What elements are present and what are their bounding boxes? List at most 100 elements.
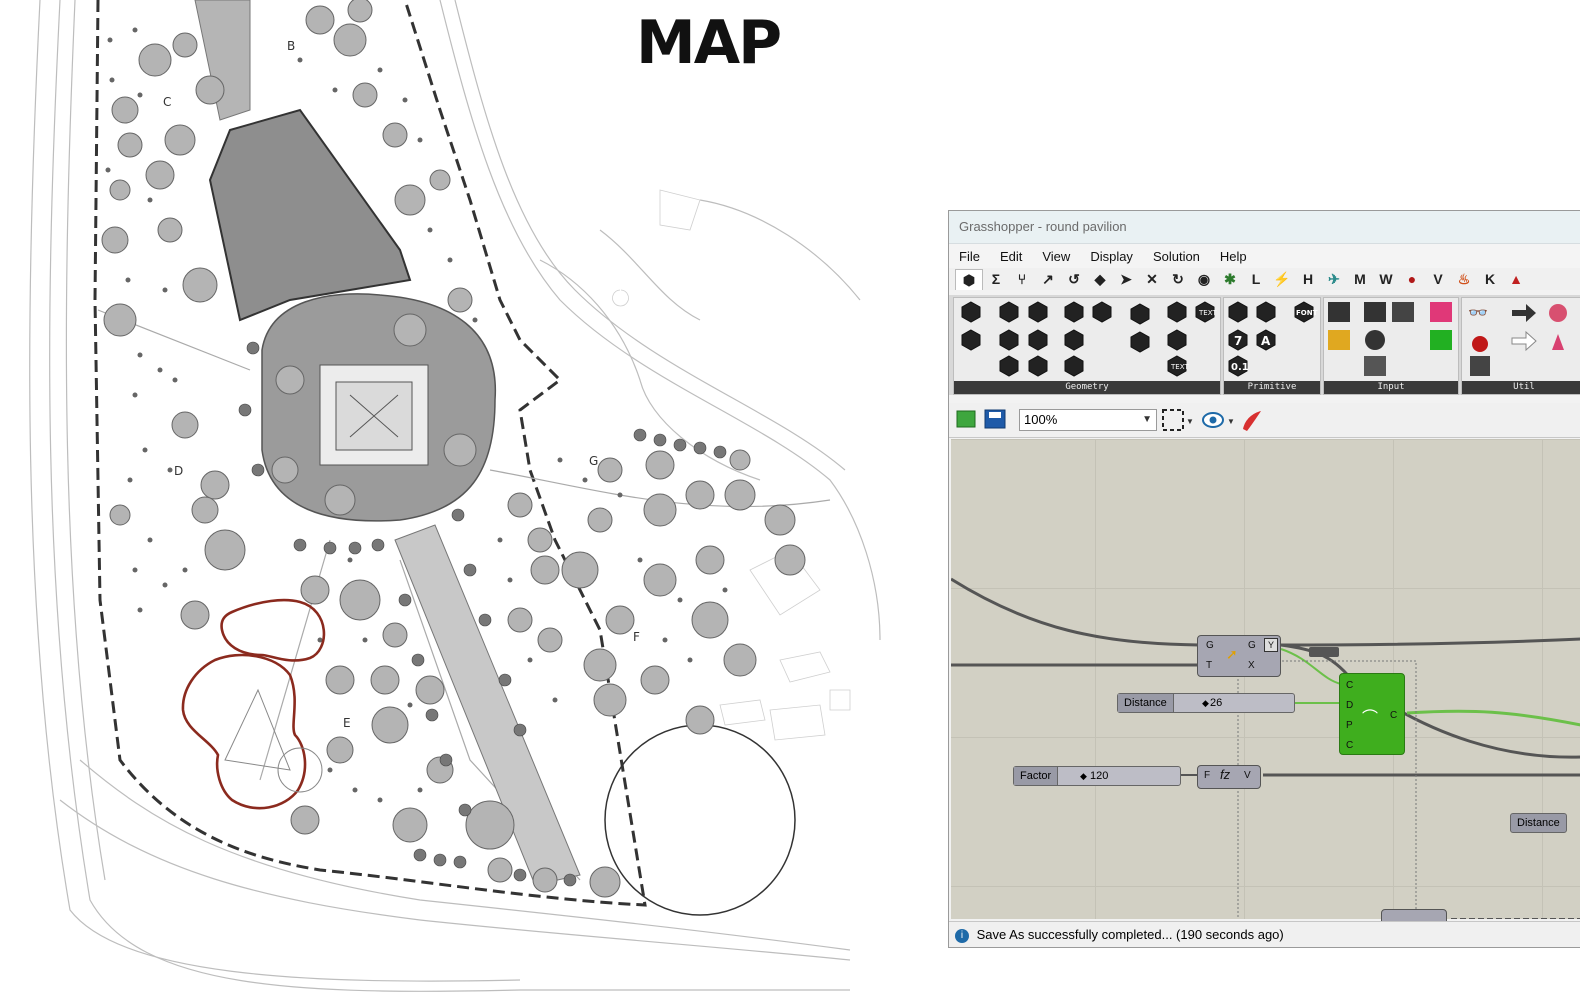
util-arrow-light-icon[interactable] <box>1511 330 1537 352</box>
zoom-extents-dropdown-icon[interactable]: ▼ <box>1186 417 1194 426</box>
distance-slider-value: 26 <box>1210 697 1223 709</box>
tab-display-icon[interactable]: ◉ <box>1191 271 1217 288</box>
expression-output-v[interactable]: V <box>1244 770 1251 781</box>
menu-solution[interactable]: Solution <box>1153 249 1200 264</box>
tab-surface-icon[interactable]: ◆ <box>1087 271 1113 288</box>
tab-sets-icon[interactable]: ⑂ <box>1009 271 1035 287</box>
util-flask-icon[interactable] <box>1552 334 1564 350</box>
param-plane-icon[interactable] <box>1028 329 1048 351</box>
util-tree-icon[interactable] <box>1470 356 1490 376</box>
tab-vector-icon[interactable]: ↗ <box>1035 271 1061 288</box>
input-graph-mapper-icon[interactable] <box>1328 330 1350 350</box>
grasshopper-canvas[interactable]: G T G X ➚ Y C D P C C ⌒ Distance 26 ◆ Fa… <box>951 439 1580 927</box>
factor-slider[interactable]: Factor 120 ◆ <box>1013 766 1181 786</box>
zoom-extents-icon[interactable] <box>1162 409 1184 431</box>
tab-v[interactable]: V <box>1425 271 1451 287</box>
tab-w[interactable]: W <box>1373 271 1399 287</box>
panel-input-label[interactable]: Input <box>1324 381 1458 394</box>
tab-lightning-icon[interactable]: ⚡ <box>1269 271 1295 288</box>
tab-flask-icon[interactable]: ▲ <box>1503 271 1529 287</box>
param-point-icon[interactable] <box>961 301 981 323</box>
tab-fire-icon[interactable]: ♨ <box>1451 271 1477 288</box>
param-boolean-icon[interactable] <box>1228 301 1248 323</box>
input-palette-icon[interactable] <box>1430 330 1452 350</box>
param-geometry-cache-icon[interactable] <box>1167 329 1187 351</box>
chevron-down-icon[interactable]: ▼ <box>1142 410 1152 430</box>
tab-fish-icon[interactable]: ✈ <box>1321 271 1347 288</box>
slider-diamond-icon[interactable]: ◆ <box>1202 694 1209 712</box>
menu-display[interactable]: Display <box>1090 249 1133 264</box>
font-label: FONT <box>1296 309 1318 317</box>
param-point-cloud-icon[interactable] <box>1028 355 1048 377</box>
panel-util-label[interactable]: Util <box>1462 381 1580 394</box>
gate-zoom-handle-icon[interactable] <box>1309 647 1339 657</box>
input-toggle-icon[interactable] <box>1364 302 1386 322</box>
menu-view[interactable]: View <box>1042 249 1070 264</box>
util-glasses-icon[interactable]: 👓 <box>1468 303 1488 322</box>
slider-diamond-icon[interactable]: ◆ <box>1080 767 1087 785</box>
site-plan-drawing: B C D E F G <box>29 0 881 992</box>
gate-filter-icon[interactable]: Y <box>1264 638 1278 652</box>
input-slider-icon[interactable] <box>1364 356 1386 376</box>
window-title[interactable]: Grasshopper - round pavilion <box>949 211 1580 244</box>
gate-component[interactable]: G T G X ➚ Y <box>1197 635 1281 677</box>
zoom-combobox[interactable]: 100% ▼ <box>1019 409 1157 431</box>
tab-bug-icon[interactable]: ✱ <box>1217 271 1243 288</box>
input-gradient-icon[interactable] <box>1430 302 1452 322</box>
param-field-icon[interactable] <box>1130 331 1150 353</box>
grasshopper-window[interactable]: Grasshopper - round pavilion File Edit V… <box>948 210 1580 948</box>
arc-input-p[interactable]: P <box>1346 720 1353 731</box>
input-import-icon[interactable] <box>1328 302 1350 322</box>
distance-slider[interactable]: Distance 26 ◆ <box>1117 693 1295 713</box>
expression-input-f[interactable]: F <box>1204 770 1210 781</box>
menu-help[interactable]: Help <box>1220 249 1247 264</box>
arc-input-c2[interactable]: C <box>1346 740 1353 751</box>
tab-mesh-icon[interactable]: ➤ <box>1113 271 1139 288</box>
param-surface-icon[interactable] <box>1064 329 1084 351</box>
distance-param[interactable]: Distance <box>1510 813 1567 833</box>
util-cherry-icon[interactable] <box>1472 336 1488 352</box>
tab-h[interactable]: H <box>1295 271 1321 287</box>
menu-file[interactable]: File <box>959 249 980 264</box>
tab-k[interactable]: K <box>1477 271 1503 287</box>
param-circle-icon[interactable] <box>999 301 1019 323</box>
panel-geometry-label[interactable]: Geometry <box>954 381 1220 394</box>
arc-component[interactable]: C D P C C ⌒ <box>1339 673 1405 755</box>
param-line-icon[interactable] <box>1028 301 1048 323</box>
util-arrow-dark-icon[interactable] <box>1512 304 1536 322</box>
tab-intersect-icon[interactable]: ✕ <box>1139 271 1165 288</box>
tab-transform-icon[interactable]: ↻ <box>1165 271 1191 288</box>
sketch-pen-icon[interactable] <box>1243 411 1261 431</box>
zone-label-d: D <box>174 464 183 478</box>
param-vector-icon[interactable] <box>961 329 981 351</box>
tab-ladybug-icon[interactable]: ● <box>1399 271 1425 287</box>
tab-curve-icon[interactable]: ↺ <box>1061 271 1087 288</box>
arc-input-c1[interactable]: C <box>1346 680 1353 691</box>
util-orb-icon[interactable] <box>1549 304 1567 322</box>
param-group-icon[interactable] <box>1130 303 1150 325</box>
menu-edit[interactable]: Edit <box>1000 249 1022 264</box>
gate-output-x[interactable]: X <box>1248 660 1255 671</box>
param-geometry-icon[interactable] <box>1167 301 1187 323</box>
arc-input-d[interactable]: D <box>1346 700 1353 711</box>
preview-dropdown-icon[interactable]: ▼ <box>1227 417 1235 426</box>
param-box-icon[interactable] <box>1064 301 1084 323</box>
panel-primitive-label[interactable]: Primitive <box>1224 381 1320 394</box>
tab-params-icon[interactable]: ⬢ <box>955 268 983 290</box>
param-arc-icon[interactable] <box>999 355 1019 377</box>
gate-output-g[interactable]: G <box>1248 640 1256 651</box>
tab-m[interactable]: M <box>1347 271 1373 287</box>
gate-input-t[interactable]: T <box>1206 660 1212 671</box>
param-mesh-icon[interactable] <box>1064 355 1084 377</box>
input-button-icon[interactable] <box>1365 330 1385 350</box>
param-brep-icon[interactable] <box>1092 301 1112 323</box>
expression-component[interactable]: F fz V <box>1197 765 1261 789</box>
arc-output-c[interactable]: C <box>1390 710 1397 721</box>
tab-maths[interactable]: Σ <box>983 271 1009 287</box>
open-file-icon[interactable] <box>956 410 976 428</box>
gate-input-g[interactable]: G <box>1206 640 1214 651</box>
param-curve-icon[interactable] <box>999 329 1019 351</box>
input-value-list-icon[interactable] <box>1392 302 1414 322</box>
param-file-path-icon[interactable] <box>1256 301 1276 323</box>
tab-l[interactable]: L <box>1243 271 1269 287</box>
